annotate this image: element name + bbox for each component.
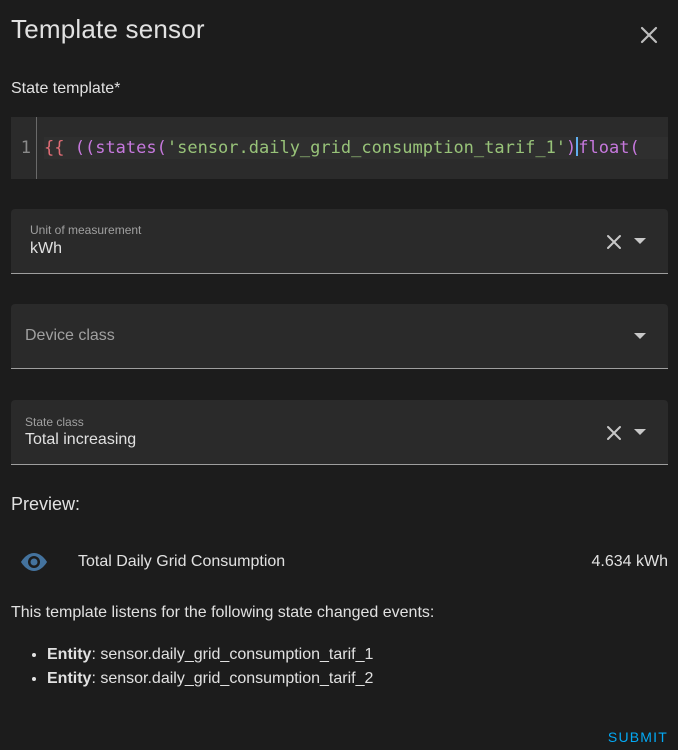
line-number: 1 [20, 138, 31, 158]
list-item: Entity: sensor.daily_grid_consumption_ta… [47, 667, 373, 691]
chevron-down-icon[interactable] [634, 238, 646, 246]
device-class-placeholder: Device class [25, 327, 115, 344]
entity-name: Total Daily Grid Consumption [78, 553, 286, 570]
dialog-title: Template sensor [11, 14, 205, 44]
close-icon[interactable] [640, 26, 658, 44]
list-item: Entity: sensor.daily_grid_consumption_ta… [47, 643, 373, 667]
device-class-select[interactable]: Device class [11, 304, 668, 369]
code-token-filter: float( [578, 138, 640, 158]
preview-entity-row[interactable]: Total Daily Grid Consumption 4.634 kWh [11, 540, 668, 584]
listener-list: Entity: sensor.daily_grid_consumption_ta… [11, 643, 373, 691]
line-number-gutter: 1 [11, 117, 37, 179]
code-token-brace: {{ [44, 138, 65, 158]
eye-icon [21, 553, 47, 571]
listener-kind: Entity [47, 646, 92, 663]
code-token-open-paren: ( [156, 138, 167, 158]
chevron-down-icon[interactable] [634, 333, 646, 341]
state-class-value: Total increasing [25, 431, 137, 448]
template-sensor-dialog: Template sensor State template* 1 {{ ((s… [0, 0, 678, 750]
unit-of-measurement-select[interactable]: Unit of measurement kWh [11, 209, 668, 274]
clear-icon[interactable] [605, 233, 623, 251]
state-class-select[interactable]: State class Total increasing [11, 400, 668, 465]
code-token-string: 'sensor.daily_grid_consumption_tarif_1' [166, 138, 567, 158]
unit-of-measurement-label: Unit of measurement [30, 223, 142, 237]
listener-value: : sensor.daily_grid_consumption_tarif_2 [91, 670, 374, 687]
submit-button[interactable]: SUBMIT [608, 729, 668, 745]
entity-state: 4.634 kWh [591, 553, 668, 570]
state-template-label: State template* [11, 80, 121, 97]
chevron-down-icon[interactable] [634, 429, 646, 437]
state-template-editor[interactable]: 1 {{ ((states('sensor.daily_grid_consump… [11, 117, 668, 179]
listens-description: This template listens for the following … [11, 604, 435, 621]
unit-of-measurement-value: kWh [30, 240, 62, 257]
clear-icon[interactable] [605, 424, 623, 442]
close-button[interactable] [634, 20, 664, 50]
code-token-function: states [95, 138, 157, 158]
state-class-label: State class [25, 415, 84, 429]
code-token-parens: (( [64, 138, 96, 158]
preview-label: Preview: [11, 494, 81, 514]
code-token-close-paren: ) [566, 138, 577, 158]
code-line[interactable]: {{ ((states('sensor.daily_grid_consumpti… [44, 137, 668, 159]
listener-value: : sensor.daily_grid_consumption_tarif_1 [91, 646, 374, 663]
listener-kind: Entity [47, 670, 92, 687]
